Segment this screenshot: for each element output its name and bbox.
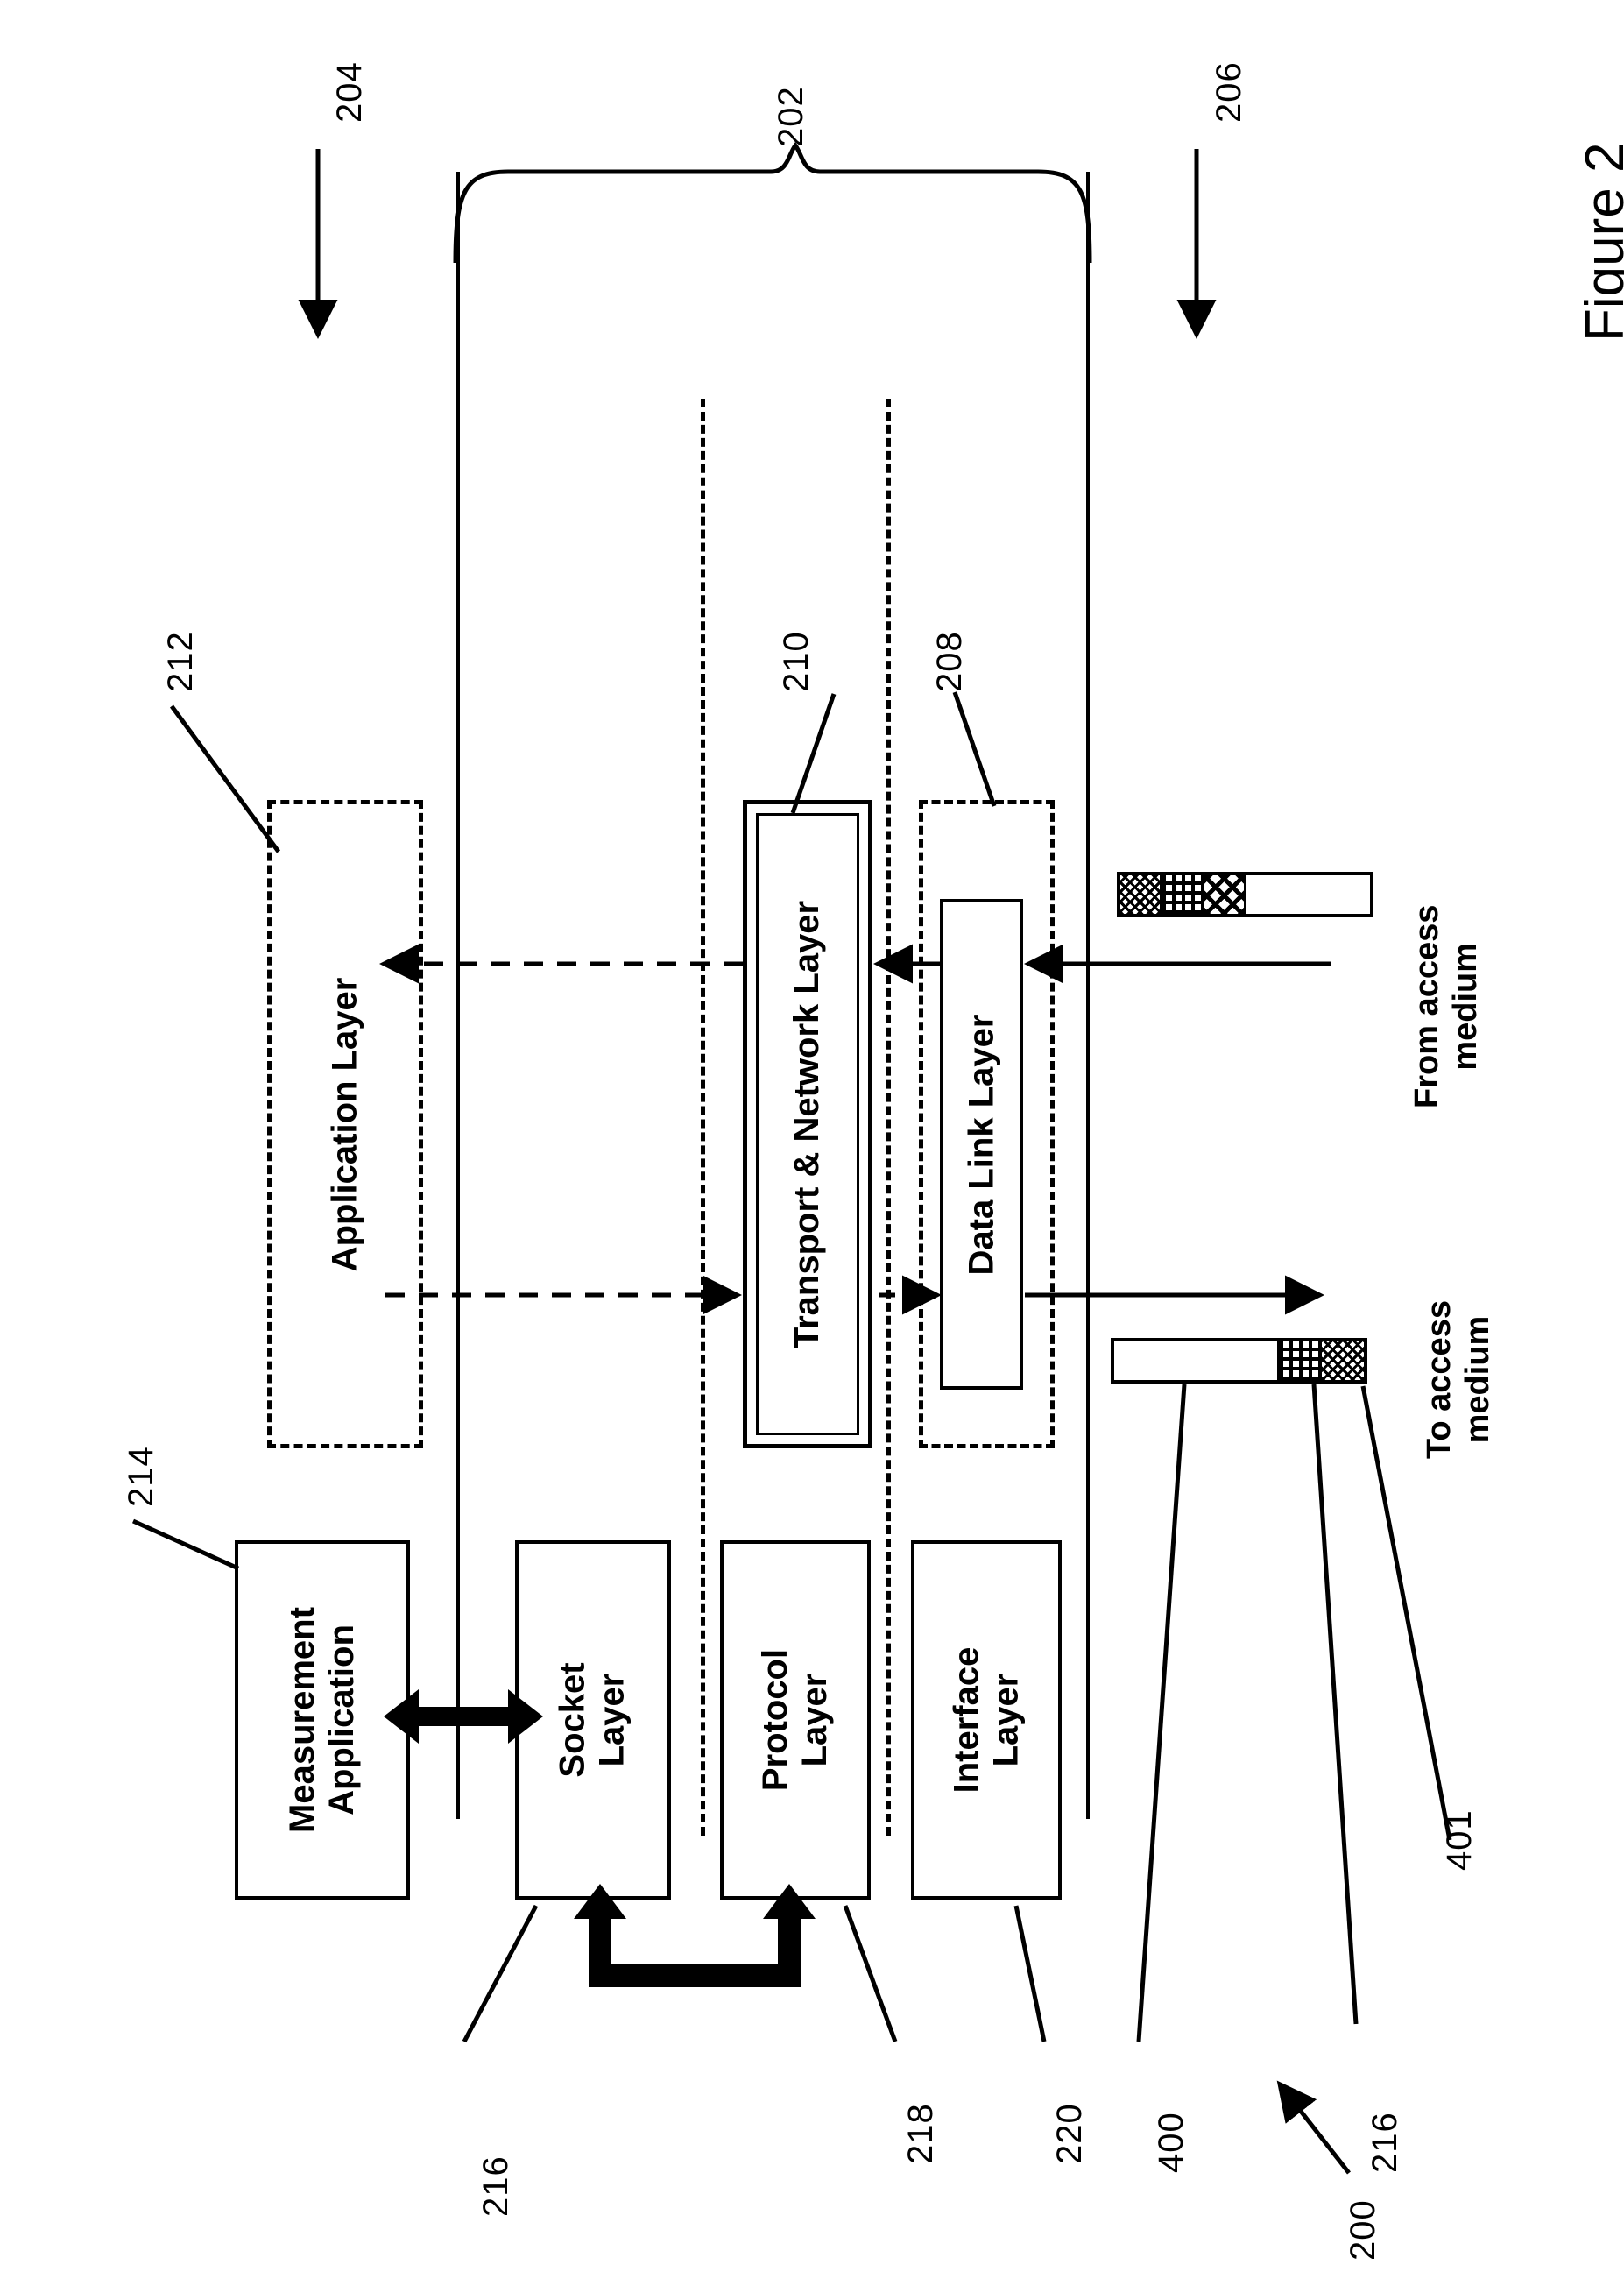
- to-access-medium-label: To access medium: [1421, 1300, 1496, 1459]
- outgoing-packet: [1111, 1338, 1367, 1384]
- socket-layer-box[interactable]: Socket Layer: [515, 1540, 671, 1900]
- interface-layer-label: Interface Layer: [947, 1646, 1025, 1794]
- from-access-medium-label: From access medium: [1409, 904, 1484, 1108]
- application-layer-label: Application Layer: [325, 977, 364, 1271]
- ref-204: 204: [330, 61, 369, 123]
- incoming-packet-segment-header-c: [1204, 875, 1246, 914]
- protocol-layer-box[interactable]: Protocol Layer: [720, 1540, 871, 1900]
- measurement-application-label: Measurement Application: [283, 1607, 361, 1833]
- outgoing-packet-segment-header-b: [1280, 1341, 1322, 1380]
- ref-214: 214: [122, 1446, 160, 1507]
- ref-208: 208: [930, 631, 969, 692]
- incoming-packet-segment-header-b: [1162, 875, 1204, 914]
- data-link-layer-label: Data Link Layer: [962, 1014, 1001, 1275]
- ref-200: 200: [1344, 2199, 1382, 2261]
- ref-216-packet: 216: [1366, 2112, 1404, 2173]
- protocol-layer-label: Protocol Layer: [755, 1648, 834, 1792]
- ref-212: 212: [161, 631, 200, 692]
- ref-220: 220: [1050, 2103, 1089, 2164]
- transport-network-layer-box[interactable]: Transport & Network Layer: [743, 800, 872, 1448]
- measurement-application-box[interactable]: Measurement Application: [235, 1540, 410, 1900]
- ref-210: 210: [777, 631, 816, 692]
- patent-figure-2: Figure 2 204 202 206 212 210 208 214 216…: [0, 0, 1624, 2293]
- separator-socket-protocol: [701, 399, 705, 1836]
- transport-network-layer-label: Transport & Network Layer: [787, 900, 827, 1348]
- ref-400: 400: [1152, 2112, 1190, 2173]
- application-layer-box[interactable]: Application Layer: [267, 800, 423, 1448]
- ref-218: 218: [901, 2103, 940, 2164]
- data-link-layer-box[interactable]: Data Link Layer: [940, 899, 1023, 1390]
- ref-216-socket: 216: [477, 2155, 515, 2217]
- stack-frame-right-rule: [1086, 172, 1090, 1819]
- socket-layer-label: Socket Layer: [553, 1662, 632, 1778]
- figure-title: Figure 2: [1575, 142, 1624, 342]
- outgoing-packet-segment-payload: [1114, 1341, 1280, 1380]
- incoming-packet-segment-header-a: [1120, 875, 1162, 914]
- outgoing-packet-segment-header-a: [1322, 1341, 1364, 1380]
- incoming-packet: [1117, 872, 1373, 917]
- incoming-packet-segment-payload: [1246, 875, 1370, 914]
- separator-protocol-interface: [886, 399, 891, 1836]
- interface-layer-box[interactable]: Interface Layer: [911, 1540, 1062, 1900]
- ref-401: 401: [1440, 1809, 1479, 1871]
- stack-frame-left-rule: [456, 172, 460, 1819]
- ref-202: 202: [772, 86, 810, 147]
- ref-206: 206: [1210, 61, 1248, 123]
